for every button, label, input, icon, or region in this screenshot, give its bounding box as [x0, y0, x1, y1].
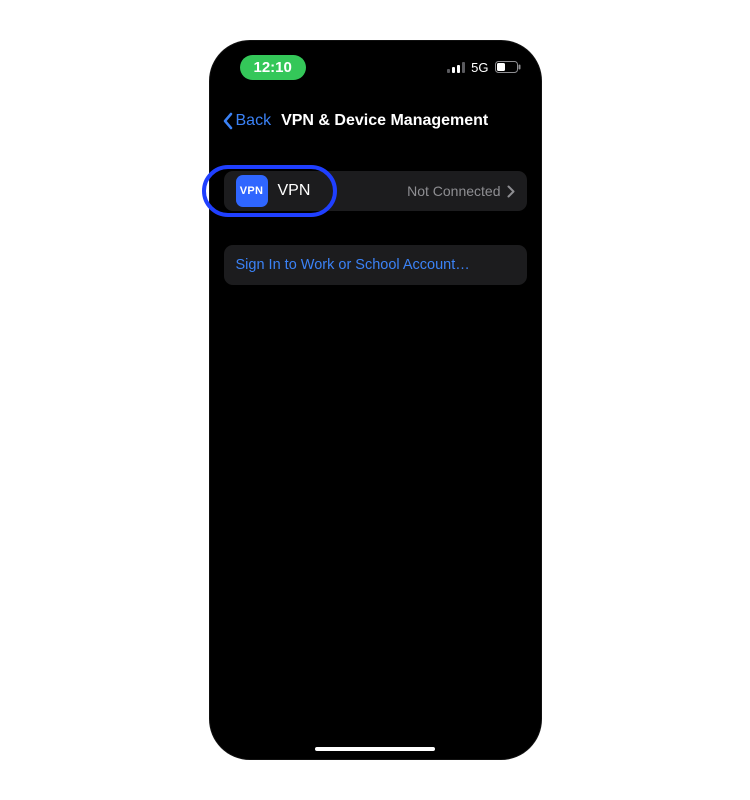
battery-icon — [495, 61, 521, 73]
nav-title: VPN & Device Management — [281, 112, 488, 130]
cellular-icon — [447, 62, 465, 73]
nav-bar: Back VPN & Device Management — [210, 101, 541, 141]
sign-in-label: Sign In to Work or School Account… — [236, 257, 470, 273]
vpn-row[interactable]: VPN VPN Not Connected — [224, 171, 527, 211]
status-time-pill: 12:10 — [240, 55, 306, 80]
phone-frame: 12:10 5G — [210, 41, 541, 759]
network-label: 5G — [471, 60, 488, 75]
home-indicator[interactable] — [315, 747, 435, 751]
chevron-right-icon — [507, 185, 515, 198]
vpn-row-label: VPN — [278, 182, 311, 200]
vpn-status: Not Connected — [407, 183, 500, 199]
status-bar: 12:10 5G — [210, 41, 541, 87]
vpn-icon: VPN — [236, 175, 268, 207]
back-label: Back — [236, 112, 272, 130]
sign-in-row[interactable]: Sign In to Work or School Account… — [224, 245, 527, 285]
chevron-left-icon — [222, 112, 234, 130]
back-button[interactable]: Back — [218, 108, 276, 134]
